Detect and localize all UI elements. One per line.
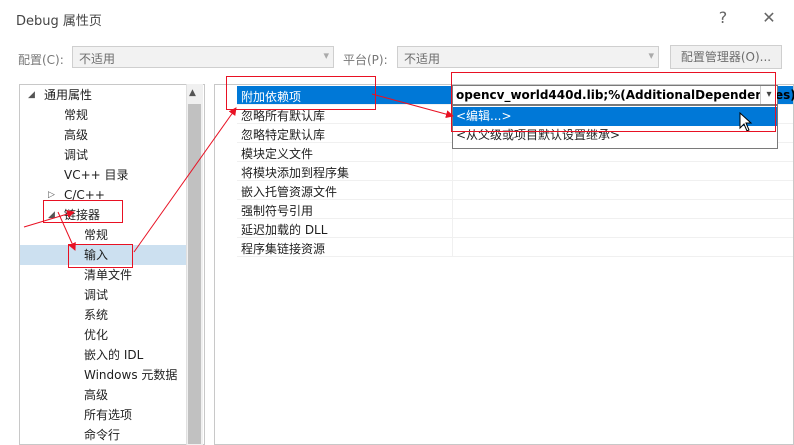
annotation-arrow-4 — [371, 93, 454, 119]
annotation-arrow-2 — [57, 211, 76, 251]
annotation-arrow-3 — [133, 107, 237, 253]
annotation-arrows — [23, 93, 454, 253]
annotation-arrow-1 — [23, 210, 75, 228]
